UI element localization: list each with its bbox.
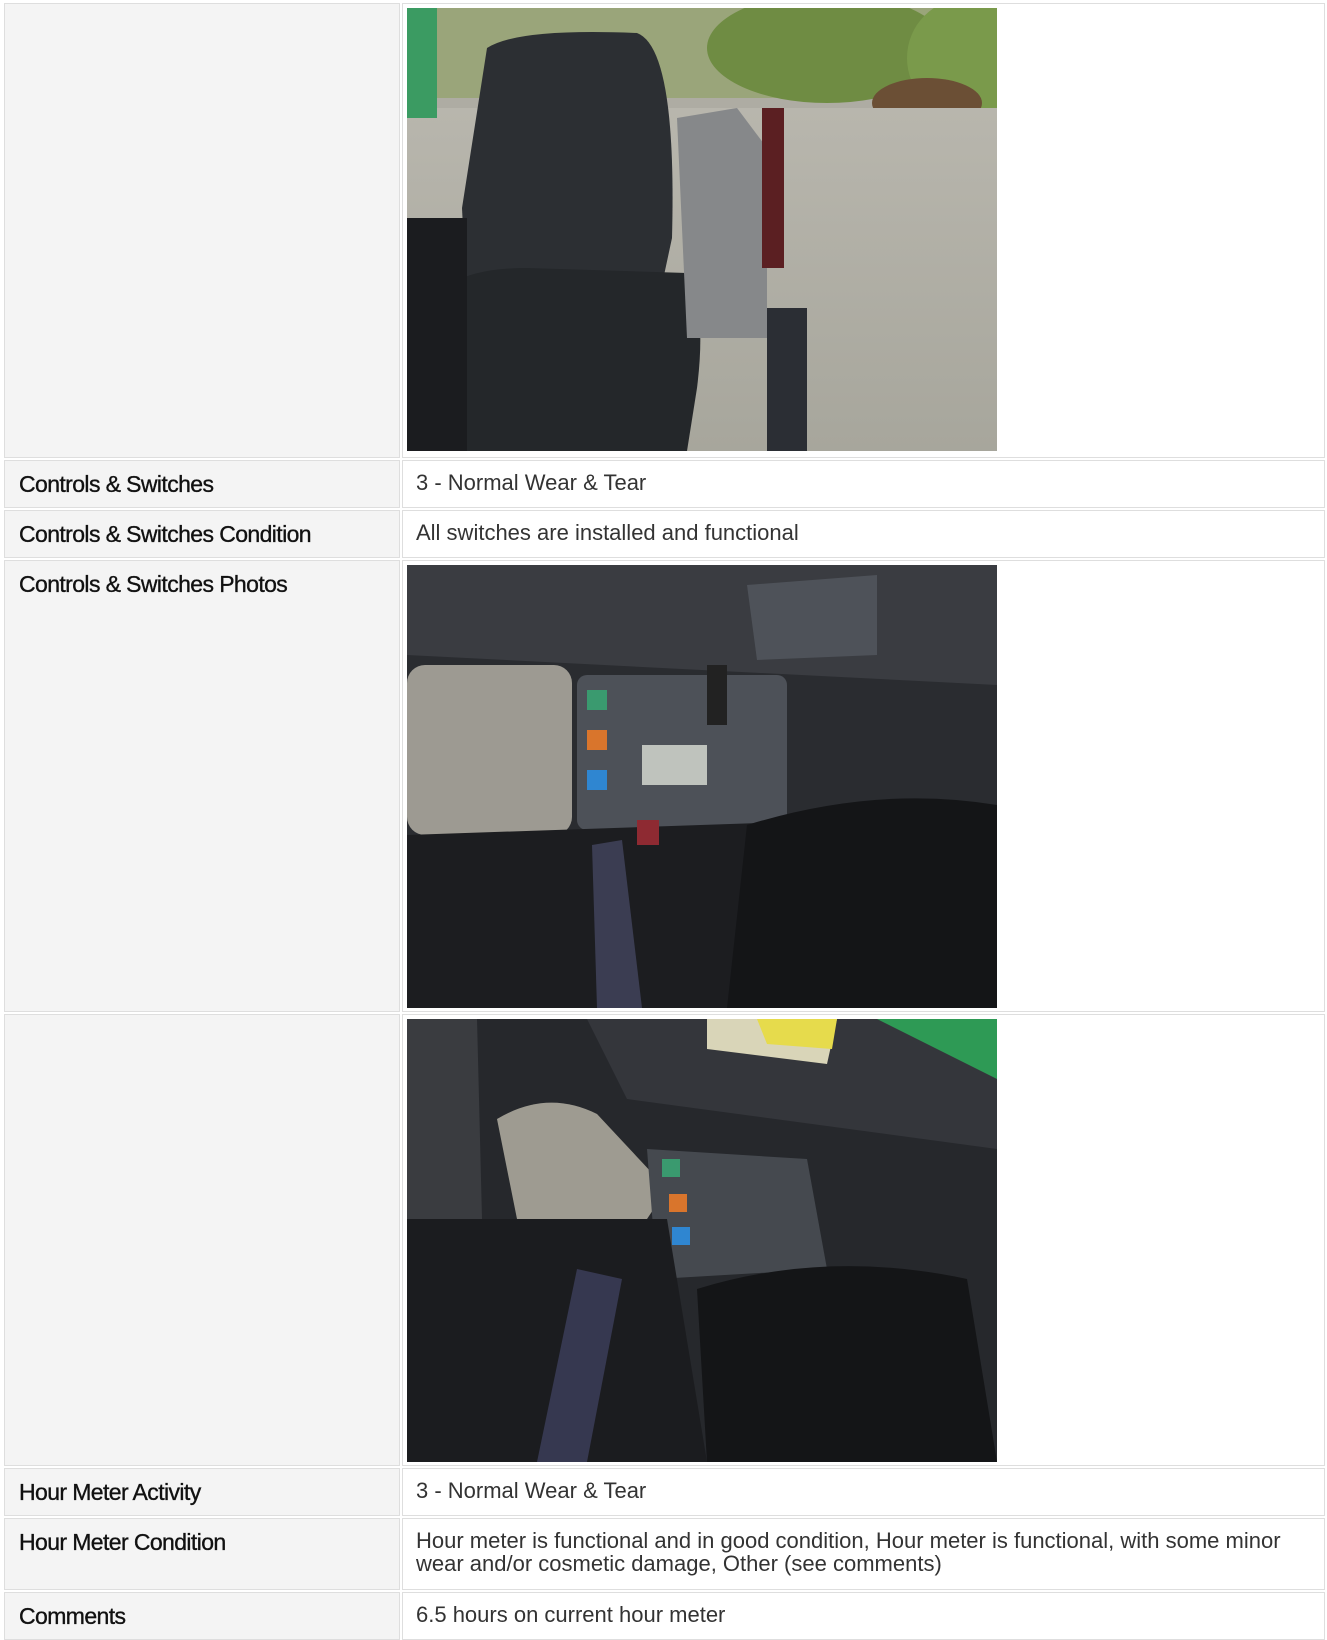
row-label-cell: Hour Meter Condition — [4, 1518, 400, 1590]
table-row: Controls & Switches 3 - Normal Wear & Te… — [4, 460, 1325, 508]
row-value-cell — [402, 560, 1325, 1012]
table-row: Controls & Switches Photos — [4, 560, 1325, 1012]
table-row — [4, 3, 1325, 458]
table-row: Comments 6.5 hours on current hour meter — [4, 1592, 1325, 1640]
row-label-cell: Controls & Switches Condition — [4, 510, 400, 558]
control-panel-photo-2[interactable] — [407, 1019, 997, 1462]
seat-photo[interactable] — [407, 8, 997, 451]
row-label: Controls & Switches Condition — [19, 521, 312, 547]
row-value-cell: 3 - Normal Wear & Tear — [402, 460, 1325, 508]
row-label-cell — [4, 1014, 400, 1466]
row-label-cell: Controls & Switches Photos — [4, 560, 400, 1012]
row-value-cell — [402, 1014, 1325, 1466]
row-value-cell: Hour meter is functional and in good con… — [402, 1518, 1325, 1590]
row-value-cell — [402, 3, 1325, 458]
row-label: Controls & Switches — [19, 471, 214, 497]
table-row: Controls & Switches Condition All switch… — [4, 510, 1325, 558]
row-value: 3 - Normal Wear & Tear — [416, 470, 647, 495]
row-value: Hour meter is functional and in good con… — [416, 1528, 1281, 1576]
table-row: Hour Meter Activity 3 - Normal Wear & Te… — [4, 1468, 1325, 1516]
row-label-cell: Comments — [4, 1592, 400, 1640]
row-label-cell: Controls & Switches — [4, 460, 400, 508]
row-label: Controls & Switches Photos — [19, 571, 288, 597]
row-value: 3 - Normal Wear & Tear — [416, 1478, 647, 1503]
row-value: 6.5 hours on current hour meter — [416, 1602, 726, 1627]
row-label-cell: Hour Meter Activity — [4, 1468, 400, 1516]
row-label: Hour Meter Condition — [19, 1529, 227, 1555]
row-label: Hour Meter Activity — [19, 1479, 202, 1505]
table-row — [4, 1014, 1325, 1466]
row-label: Comments — [19, 1603, 126, 1629]
control-panel-photo-1[interactable] — [407, 565, 997, 1008]
row-value: All switches are installed and functiona… — [416, 520, 799, 545]
row-value-cell: 6.5 hours on current hour meter — [402, 1592, 1325, 1640]
row-value-cell: All switches are installed and functiona… — [402, 510, 1325, 558]
table-row: Hour Meter Condition Hour meter is funct… — [4, 1518, 1325, 1590]
row-value-cell: 3 - Normal Wear & Tear — [402, 1468, 1325, 1516]
row-label-cell — [4, 3, 400, 458]
